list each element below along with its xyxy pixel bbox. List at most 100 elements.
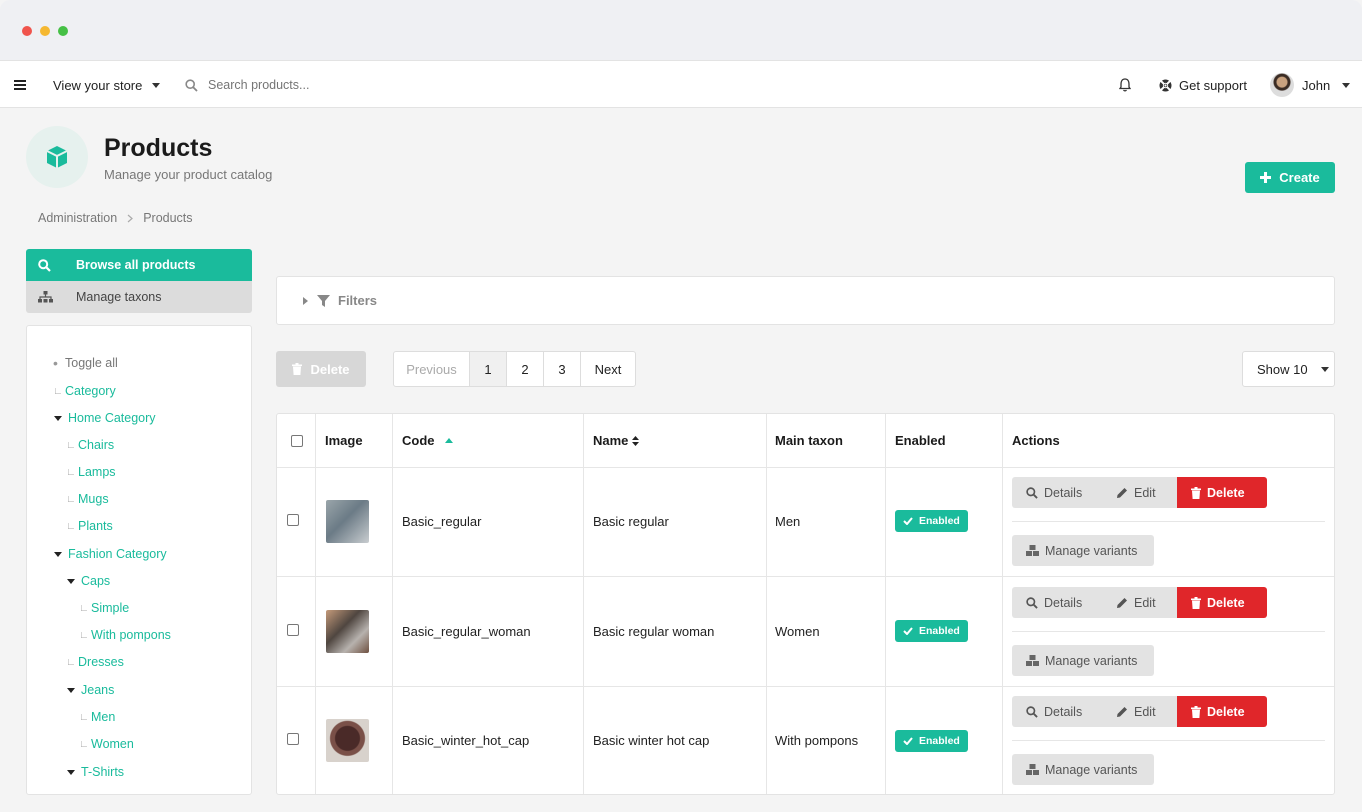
chevron-down-icon	[1320, 366, 1329, 372]
product-thumbnail[interactable]	[326, 610, 369, 653]
product-thumbnail[interactable]	[326, 719, 369, 762]
get-support-link[interactable]: Get support	[1159, 61, 1247, 109]
sitemap-icon	[38, 291, 76, 303]
select-all-checkbox[interactable]	[291, 414, 303, 467]
breadcrumb-administration[interactable]: Administration	[38, 211, 117, 225]
close-window-dot[interactable]	[22, 26, 32, 36]
cubes-icon	[1026, 545, 1039, 556]
tree-item-jeans[interactable]: Jeans	[66, 683, 114, 697]
row-action-group: Details Edit Delete	[1012, 587, 1267, 618]
chevron-down-icon	[1342, 82, 1351, 88]
tree-item-label: Home Category	[68, 411, 156, 425]
sidebar-item-label: Manage taxons	[76, 290, 162, 304]
tree-item-chairs[interactable]: ∟ Chairs	[66, 438, 114, 452]
bulk-delete-label: Delete	[310, 361, 350, 377]
caret-right-icon	[303, 296, 308, 305]
tree-item-caps[interactable]: Caps	[66, 574, 110, 588]
filters-panel[interactable]: Filters	[276, 276, 1335, 325]
search-input[interactable]	[208, 78, 458, 92]
manage-variants-button[interactable]: Manage variants	[1012, 645, 1154, 676]
trash-icon	[1191, 705, 1201, 718]
caret-down-icon[interactable]	[67, 769, 75, 775]
row-variants-group: Manage variants	[1012, 754, 1154, 785]
details-button[interactable]: Details	[1012, 477, 1100, 508]
delete-label: Delete	[1207, 704, 1245, 719]
edit-button[interactable]: Edit	[1100, 587, 1177, 618]
delete-button[interactable]: Delete	[1177, 587, 1267, 618]
pagination-page-2[interactable]: 2	[507, 352, 544, 386]
manage-variants-label: Manage variants	[1045, 543, 1138, 558]
product-main-taxon: Men	[775, 514, 801, 529]
bulk-delete-button[interactable]: Delete	[276, 351, 366, 387]
tree-item-label: Category	[65, 384, 116, 398]
product-main-taxon: With pompons	[775, 733, 859, 748]
delete-button[interactable]: Delete	[1177, 696, 1267, 727]
toggle-all-link[interactable]: • Toggle all	[53, 355, 118, 371]
pagination-page-3[interactable]: 3	[544, 352, 581, 386]
row-variants-group: Manage variants	[1012, 645, 1154, 676]
tree-item-plants[interactable]: ∟ Plants	[66, 519, 113, 533]
tree-item-label: T-Shirts	[81, 765, 125, 779]
delete-button[interactable]: Delete	[1177, 477, 1267, 508]
pagination-next[interactable]: Next	[581, 352, 635, 386]
product-thumbnail[interactable]	[326, 500, 369, 543]
create-button[interactable]: Create	[1245, 162, 1335, 193]
manage-variants-label: Manage variants	[1045, 762, 1138, 777]
column-header-name[interactable]: Name	[593, 414, 640, 467]
sidebar-item-manage-taxons[interactable]: Manage taxons	[26, 281, 252, 313]
minimize-window-dot[interactable]	[40, 26, 50, 36]
edit-button[interactable]: Edit	[1100, 696, 1177, 727]
leaf-corner-icon: ∟	[66, 439, 76, 451]
delete-label: Delete	[1207, 485, 1245, 500]
tree-item-label: Men	[91, 710, 116, 724]
tree-item-dresses[interactable]: ∟ Dresses	[66, 655, 124, 669]
tree-item-category[interactable]: ∟ Category	[53, 384, 116, 398]
status-label: Enabled	[919, 625, 960, 637]
caret-down-icon[interactable]	[67, 687, 75, 693]
maximize-window-dot[interactable]	[58, 26, 68, 36]
row-action-group: Details Edit Delete	[1012, 477, 1267, 508]
edit-button[interactable]: Edit	[1100, 477, 1177, 508]
caret-down-icon[interactable]	[67, 578, 75, 584]
tree-item-mugs[interactable]: ∟ Mugs	[66, 492, 109, 506]
tree-item-home-category[interactable]: Home Category	[53, 411, 156, 425]
product-code: Basic_regular_woman	[402, 624, 531, 639]
tree-item-simple[interactable]: ∟ Simple	[79, 601, 129, 615]
caret-down-icon[interactable]	[54, 551, 62, 557]
details-button[interactable]: Details	[1012, 587, 1100, 618]
pencil-icon	[1117, 706, 1127, 717]
tree-item-men[interactable]: ∟ Men	[79, 710, 115, 724]
tree-item-t-shirts[interactable]: T-Shirts	[66, 765, 124, 779]
row-checkbox[interactable]	[287, 514, 299, 526]
tree-item-with-pompons[interactable]: ∟ With pompons	[79, 628, 171, 642]
row-checkbox[interactable]	[287, 733, 299, 745]
caret-down-icon[interactable]	[54, 415, 62, 421]
sidebar-item-browse-products[interactable]: Browse all products	[26, 249, 252, 281]
search-icon	[185, 61, 198, 109]
row-action-group: Details Edit Delete	[1012, 696, 1267, 727]
manage-variants-button[interactable]: Manage variants	[1012, 535, 1154, 566]
chevron-right-icon	[127, 214, 134, 222]
column-header-main-taxon: Main taxon	[775, 433, 843, 448]
manage-variants-button[interactable]: Manage variants	[1012, 754, 1154, 785]
tree-item-lamps[interactable]: ∟ Lamps	[66, 465, 116, 479]
details-button[interactable]: Details	[1012, 696, 1100, 727]
row-checkbox[interactable]	[287, 624, 299, 636]
hamburger-menu-icon[interactable]	[14, 61, 26, 109]
cubes-icon	[1026, 655, 1039, 666]
leaf-corner-icon: ∟	[79, 629, 89, 641]
pagination-page-1[interactable]: 1	[470, 352, 507, 386]
products-cube-icon	[26, 126, 88, 188]
status-badge: Enabled	[895, 510, 968, 532]
bell-icon[interactable]	[1119, 61, 1131, 109]
search-icon	[1026, 705, 1038, 718]
products-table: Image Code Name Main taxon Enabled Actio…	[276, 413, 1335, 795]
column-header-code[interactable]: Code	[402, 414, 453, 467]
user-menu[interactable]: John	[1270, 61, 1351, 109]
tree-item-women[interactable]: ∟ Women	[79, 737, 134, 751]
tree-item-fashion-category[interactable]: Fashion Category	[53, 547, 167, 561]
view-store-dropdown[interactable]: View your store	[53, 61, 161, 109]
pagination-previous[interactable]: Previous	[394, 352, 470, 386]
toggle-all-label: Toggle all	[65, 356, 118, 370]
per-page-select[interactable]: Show 10	[1242, 351, 1335, 387]
